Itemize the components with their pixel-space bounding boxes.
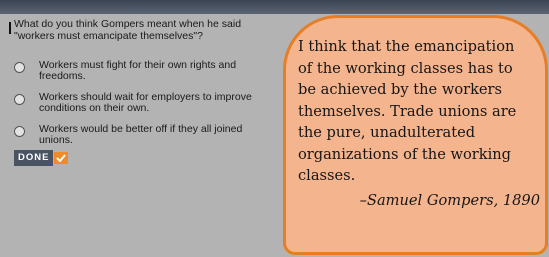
question-prompt: What do you think Gompers meant when he …: [14, 18, 242, 42]
answer-option-2[interactable]: Workers should wait for employers to imp…: [14, 92, 269, 114]
quote-attribution: –Samuel Gompers, 1890: [359, 192, 540, 209]
answer-option-label: Workers should wait for employers to imp…: [39, 91, 252, 114]
check-icon[interactable]: [54, 152, 69, 164]
text-cursor: [9, 22, 11, 34]
radio-button[interactable]: [14, 94, 25, 105]
done-button[interactable]: DONE: [14, 150, 54, 166]
answer-option-label: Workers would be better off if they all …: [39, 123, 243, 146]
quote-text: I think that the emancipation of the wor…: [298, 38, 517, 184]
radio-button[interactable]: [14, 126, 25, 137]
radio-button[interactable]: [14, 62, 25, 73]
done-control[interactable]: DONE: [14, 150, 69, 166]
answer-option-3[interactable]: Workers would be better off if they all …: [14, 124, 269, 146]
answer-option-label: Workers must fight for their own rights …: [39, 59, 237, 82]
top-bar: [0, 0, 549, 14]
answer-option-1[interactable]: Workers must fight for their own rights …: [14, 60, 269, 82]
